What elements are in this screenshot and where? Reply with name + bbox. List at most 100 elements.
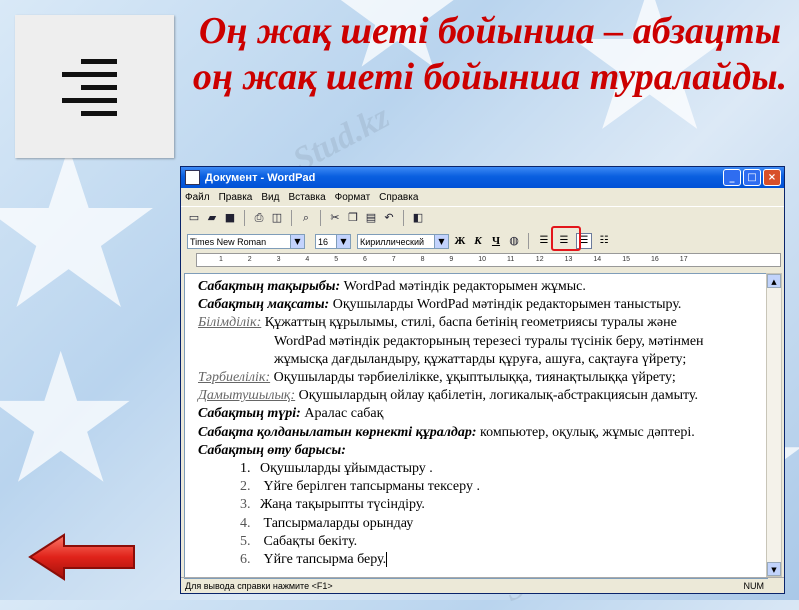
- status-text: Для вывода справки нажмите <F1>: [185, 581, 333, 591]
- insert-datetime-icon[interactable]: ◧: [411, 211, 425, 225]
- list-text: Жаңа тақырыпты түсіндіру.: [260, 497, 425, 513]
- align-right-highlight: [551, 226, 581, 251]
- type-line: Сабақтың түрі: Аралас сабақ: [198, 405, 763, 423]
- ruler-tick: 17: [679, 256, 688, 263]
- menu-format[interactable]: Формат: [335, 192, 371, 203]
- minimize-button[interactable]: _: [723, 169, 741, 186]
- list-number: 5.: [240, 533, 251, 549]
- list-number: 6.: [240, 552, 251, 568]
- new-document-icon[interactable]: ▭: [187, 211, 201, 225]
- save-icon[interactable]: ■: [223, 211, 237, 225]
- list-text: Оқушыларды ұйымдастыру .: [260, 461, 433, 477]
- chevron-down-icon[interactable]: ▼: [434, 234, 448, 248]
- font-size-value: 16: [318, 236, 329, 247]
- bold-button[interactable]: Ж: [453, 235, 467, 247]
- ruler[interactable]: 1 2 3 4 5 6 7 8 9 10 11 12 13 14 15 16 17: [196, 253, 781, 267]
- list-item: 1. Оқушыларды ұйымдастыру .: [198, 460, 763, 478]
- menu-view[interactable]: Вид: [261, 192, 279, 203]
- list-item: 6. Үйге тапсырма беру.: [198, 551, 763, 569]
- align-left-button[interactable]: ☰: [536, 233, 552, 249]
- topic-text: WordPad мәтіндік редакторымен жұмыс.: [340, 279, 586, 294]
- goal-text: Оқушыларды WordPad мәтіндік редакторымен…: [329, 297, 682, 313]
- script-value: Кириллический: [360, 236, 425, 247]
- dev-text: Оқушылардың ойлау қабілетін, логикалық-а…: [295, 388, 699, 404]
- scroll-up-icon[interactable]: ▲: [767, 274, 781, 288]
- cut-icon[interactable]: ✂: [328, 211, 342, 225]
- num-lock-indicator: NUM: [743, 581, 765, 591]
- list-number: 3.: [240, 497, 251, 513]
- ruler-tick: 7: [391, 256, 396, 263]
- edu-line-3: жұмысқа дағдыландыру, құжаттарды құруға,…: [274, 351, 687, 367]
- ruler-tick: 12: [535, 256, 544, 263]
- goal-line: Сабақтың мақсаты: Оқушыларды WordPad мәт…: [198, 296, 763, 314]
- print-icon[interactable]: ⎙: [252, 211, 266, 225]
- dev-label: Дамытушылық:: [198, 388, 296, 404]
- ruler-tick: 13: [564, 256, 573, 263]
- paste-icon[interactable]: ▤: [364, 211, 378, 225]
- ruler-tick: 16: [651, 256, 659, 263]
- upbr-line: Тәрбиелілік: Оқушыларды тәрбиелілікке, ұ…: [198, 369, 763, 387]
- italic-button[interactable]: К: [471, 235, 485, 247]
- type-label: Сабақтың түрі:: [198, 406, 301, 422]
- menu-help[interactable]: Справка: [379, 192, 418, 203]
- list-text: Сабақты бекіту.: [260, 533, 358, 549]
- back-arrow-button[interactable]: [28, 533, 138, 581]
- vertical-scrollbar[interactable]: ▲ ▼: [766, 273, 782, 577]
- edu-line-2: WordPad мәтіндік редакторының терезесі т…: [274, 333, 704, 349]
- edu-label: Білімділік:: [198, 315, 262, 331]
- bullets-button[interactable]: ☷: [596, 233, 612, 249]
- find-icon[interactable]: ⌕: [299, 211, 313, 225]
- ruler-tick: 3: [276, 256, 281, 263]
- underline-button[interactable]: Ч: [489, 235, 503, 247]
- ruler-tick: 10: [478, 256, 486, 263]
- topic-label: Сабақтың тақырыбы:: [198, 279, 341, 294]
- window-titlebar[interactable]: Документ - WordPad _ □ ×: [181, 167, 784, 188]
- font-size-select[interactable]: 16 ▼: [315, 233, 351, 249]
- background-star: ★: [0, 315, 142, 524]
- list-item: 2. Үйге берілген тапсырманы тексеру .: [198, 478, 763, 496]
- color-icon[interactable]: ◍: [507, 234, 521, 248]
- list-item: 3. Жаңа тақырыпты түсіндіру.: [198, 496, 763, 514]
- list-item: 4. Тапсырмаларды орындау: [198, 515, 763, 533]
- document-area[interactable]: Сабақтың тақырыбы: WordPad мәтіндік реда…: [184, 273, 768, 579]
- print-preview-icon[interactable]: ◫: [270, 211, 284, 225]
- ruler-tick: 11: [507, 256, 515, 263]
- open-folder-icon[interactable]: ▰: [205, 211, 219, 225]
- course-line: Сабақтың өту барысы:: [198, 442, 763, 460]
- ruler-tick: 6: [363, 256, 367, 263]
- scroll-down-icon[interactable]: ▼: [767, 562, 781, 576]
- dev-line: Дамытушылық: Оқушылардың ойлау қабілетін…: [198, 387, 763, 405]
- list-number: 4.: [240, 515, 251, 531]
- maximize-button[interactable]: □: [743, 169, 761, 186]
- document-text: Сабақтың тақырыбы: WordPad мәтіндік реда…: [198, 278, 763, 569]
- chevron-down-icon[interactable]: ▼: [290, 234, 304, 248]
- undo-icon[interactable]: ↶: [382, 211, 396, 225]
- ruler-tick: 5: [334, 256, 339, 263]
- close-button[interactable]: ×: [763, 169, 781, 186]
- menu-bar: Файл Правка Вид Вставка Формат Справка: [181, 188, 784, 206]
- goal-label: Сабақтың мақсаты:: [198, 297, 330, 313]
- window-title: Документ - WordPad: [205, 171, 316, 184]
- ruler-tick: 4: [305, 256, 310, 263]
- ruler-tick: 15: [622, 256, 630, 263]
- list-text: Үйге тапсырма беру.: [260, 552, 388, 568]
- topic-line: Сабақтың тақырыбы: WordPad мәтіндік реда…: [198, 278, 763, 296]
- menu-edit[interactable]: Правка: [219, 192, 253, 203]
- font-name-value: Times New Roman: [190, 236, 267, 247]
- script-select[interactable]: Кириллический ▼: [357, 233, 449, 249]
- edu-line: Білімділік: Құжаттың құрылымы, стилі, ба…: [198, 314, 763, 332]
- course-label: Сабақтың өту барысы:: [198, 442, 346, 458]
- menu-file[interactable]: Файл: [185, 192, 210, 203]
- font-name-select[interactable]: Times New Roman ▼: [187, 233, 305, 249]
- wordpad-window: Документ - WordPad _ □ × Файл Правка Вид…: [180, 166, 785, 594]
- format-toolbar: Times New Roman ▼ 16 ▼ Кириллический ▼ Ж…: [181, 229, 784, 253]
- edu-text: Құжаттың құрылымы, стилі, баспа бетінің …: [261, 315, 677, 331]
- ruler-tick: 2: [247, 256, 252, 263]
- menu-insert[interactable]: Вставка: [288, 192, 325, 203]
- upbr-text: Оқушыларды тәрбиелілікке, ұқыптылыққа, т…: [270, 370, 676, 386]
- copy-icon[interactable]: ❐: [346, 211, 360, 225]
- chevron-down-icon[interactable]: ▼: [336, 234, 350, 248]
- ruler-tick: 9: [449, 256, 454, 263]
- status-bar: Для вывода справки нажмите <F1> NUM: [181, 577, 784, 593]
- ruler-tick: 1: [219, 256, 223, 263]
